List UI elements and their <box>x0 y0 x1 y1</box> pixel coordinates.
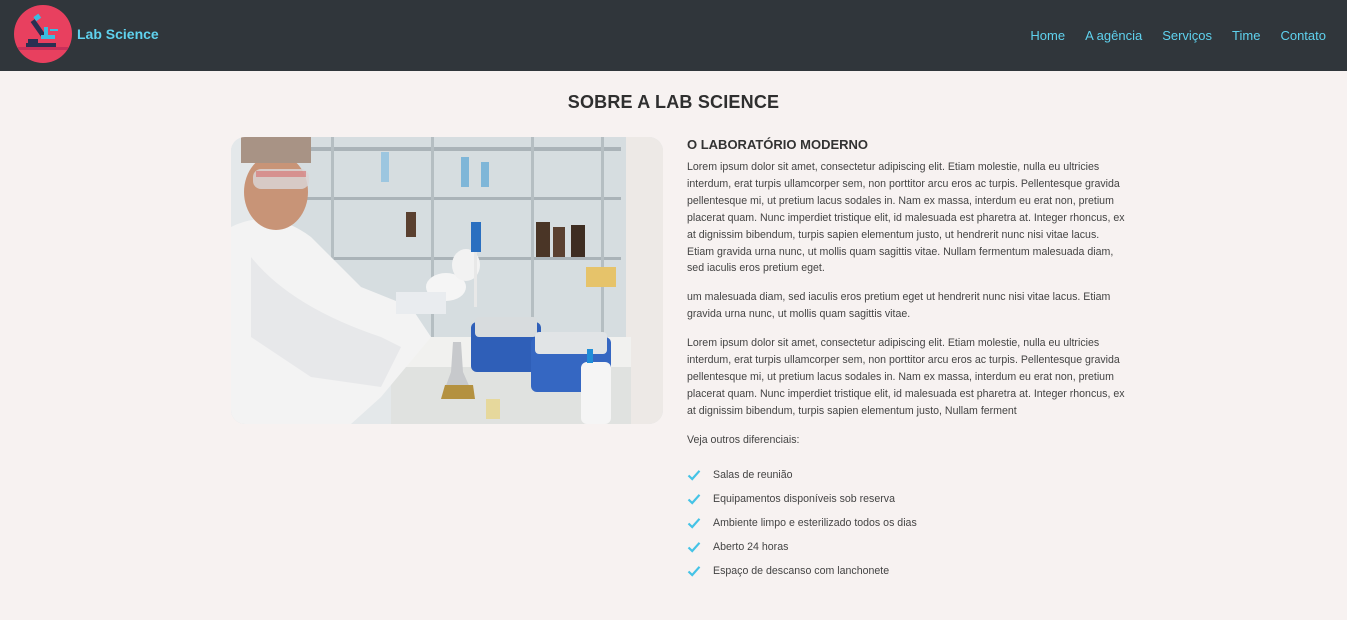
feature-label: Aberto 24 horas <box>713 540 789 553</box>
paragraph-2: um malesuada diam, sed iaculis eros pret… <box>687 291 1111 321</box>
section-title: SOBRE A LAB SCIENCE <box>567 92 780 112</box>
navbar: Lab Science Home A agência Serviços Time… <box>0 0 1347 71</box>
feature-label: Equipamentos disponíveis sob reserva <box>713 492 895 505</box>
main-nav: Home A agência Serviços Time Contato <box>1010 0 1326 71</box>
nav-agencia[interactable]: A agência <box>1085 28 1142 43</box>
about-content: O LABORATÓRIO MODERNO Lorem ipsum dolor … <box>687 137 1127 583</box>
feature-list: Salas de reunião Equipamentos disponívei… <box>687 463 1127 583</box>
brand-name[interactable]: Lab Science <box>77 5 159 63</box>
check-icon <box>687 469 701 481</box>
content-heading: O LABORATÓRIO MODERNO <box>687 137 869 152</box>
nav-servicos[interactable]: Serviços <box>1162 28 1212 43</box>
list-item: Salas de reunião <box>687 463 1127 487</box>
feature-label: Ambiente limpo e esterilizado todos os d… <box>713 516 917 529</box>
nav-contato[interactable]: Contato <box>1280 28 1326 43</box>
check-icon <box>687 517 701 529</box>
differentials-intro: Veja outros diferenciais: <box>687 433 800 446</box>
check-icon <box>687 565 701 577</box>
brand-link[interactable]: Lab Science <box>14 5 159 63</box>
microscope-icon <box>14 5 72 63</box>
list-item: Ambiente limpo e esterilizado todos os d… <box>687 511 1127 535</box>
feature-label: Espaço de descanso com lanchonete <box>713 564 890 577</box>
check-icon <box>687 493 701 505</box>
paragraph-3: Lorem ipsum dolor sit amet, consectetur … <box>687 337 1125 417</box>
check-icon <box>687 541 701 553</box>
list-item: Equipamentos disponíveis sob reserva <box>687 487 1127 511</box>
paragraph-1: Lorem ipsum dolor sit amet, consectetur … <box>687 161 1125 275</box>
feature-label: Salas de reunião <box>713 468 793 481</box>
nav-time[interactable]: Time <box>1232 28 1260 43</box>
list-item: Aberto 24 horas <box>687 535 1127 559</box>
list-item: Espaço de descanso com lanchonete <box>687 559 1127 583</box>
lab-photo <box>231 137 663 424</box>
nav-home[interactable]: Home <box>1030 28 1065 43</box>
